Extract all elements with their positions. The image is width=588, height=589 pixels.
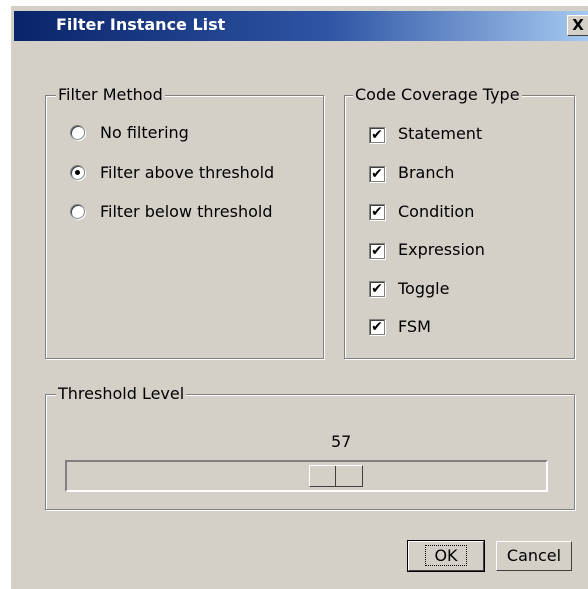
close-button[interactable]: X [567,15,588,36]
radio-no-filtering-label[interactable]: No filtering [100,123,189,143]
dialog-title: Filter Instance List [56,15,226,34]
threshold-value-label: 57 [331,432,352,451]
ok-button[interactable]: OK [407,540,485,572]
threshold-level-group: Threshold Level [45,384,575,510]
checkbox-condition-label[interactable]: Condition [398,202,474,222]
threshold-slider-track[interactable] [65,460,548,492]
checkbox-expression[interactable]: ✔ [369,243,385,259]
checkbox-toggle-label[interactable]: Toggle [398,279,449,299]
checkbox-fsm-label[interactable]: FSM [398,317,431,337]
radio-filter-above-threshold-label[interactable]: Filter above threshold [100,163,274,183]
checkbox-branch[interactable]: ✔ [369,166,385,182]
filter-method-legend: Filter Method [56,85,165,105]
radio-no-filtering[interactable] [70,125,85,140]
radio-filter-below-threshold[interactable] [70,204,85,219]
checkbox-toggle[interactable]: ✔ [369,281,385,297]
radio-filter-below-threshold-label[interactable]: Filter below threshold [100,202,272,222]
checkbox-condition[interactable]: ✔ [369,204,385,220]
title-bar[interactable]: Filter Instance List X [14,11,588,41]
code-coverage-type-legend: Code Coverage Type [353,85,522,105]
checkbox-statement-label[interactable]: Statement [398,124,482,144]
checkbox-fsm[interactable]: ✔ [369,319,385,335]
checkbox-statement[interactable]: ✔ [369,127,385,143]
checkbox-branch-label[interactable]: Branch [398,163,454,183]
threshold-slider-thumb[interactable] [309,465,363,487]
checkbox-expression-label[interactable]: Expression [398,240,485,260]
filter-instance-dialog: Filter Instance List X Filter Method No … [10,5,588,589]
radio-filter-above-threshold[interactable] [70,165,85,180]
cancel-button[interactable]: Cancel [496,541,572,571]
threshold-level-legend: Threshold Level [56,384,187,404]
ok-button-label: OK [425,545,467,566]
